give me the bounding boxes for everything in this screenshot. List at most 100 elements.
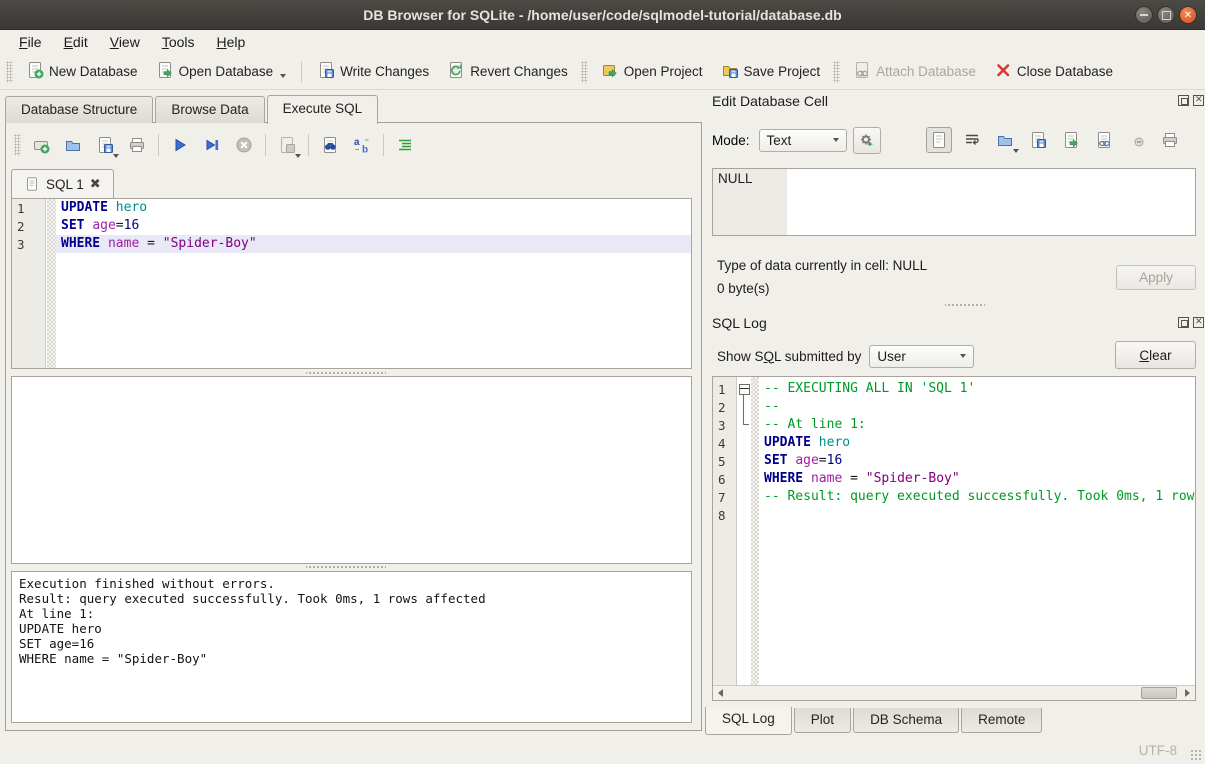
execute-current-line-icon[interactable] — [199, 132, 225, 158]
toolbar-sep — [158, 134, 159, 156]
menu-tools[interactable]: Tools — [151, 31, 206, 53]
mode-label: Mode: — [712, 133, 750, 148]
save-project-button[interactable]: Save Project — [712, 57, 830, 86]
tab-database-structure[interactable]: Database Structure — [5, 96, 153, 123]
dock-tab-bar: SQL Log Plot DB Schema Remote — [705, 708, 1044, 735]
fold-margin-cell — [751, 470, 759, 488]
tab-execute-sql[interactable]: Execute SQL — [267, 95, 379, 124]
dock-splitter-handle[interactable] — [945, 302, 985, 308]
scrollbar-thumb[interactable] — [1141, 687, 1177, 699]
messages-view[interactable]: Execution finished without errors.Result… — [11, 571, 692, 723]
find-icon[interactable] — [317, 132, 343, 158]
code-line: 8 — [713, 506, 1195, 524]
new-database-button[interactable]: New Database — [17, 57, 147, 86]
close-database-button[interactable]: Close Database — [985, 57, 1122, 86]
close-icon[interactable] — [1179, 6, 1197, 24]
close-dock-icon[interactable] — [1193, 95, 1204, 106]
resize-grip[interactable] — [1190, 749, 1202, 761]
message-line: UPDATE hero — [19, 621, 684, 636]
write-changes-button[interactable]: Write Changes — [308, 57, 438, 86]
save-sql-file-icon[interactable] — [92, 132, 118, 158]
print-sql-icon[interactable] — [124, 132, 150, 158]
apply-cell-gear-icon[interactable] — [857, 127, 877, 153]
chevron-down-icon[interactable] — [280, 74, 286, 78]
dock-tab-remote[interactable]: Remote — [961, 708, 1042, 733]
open-project-button[interactable]: Open Project — [592, 57, 712, 86]
find-replace-icon[interactable]: ab — [349, 132, 375, 158]
scroll-right-icon[interactable] — [1180, 686, 1195, 700]
menu-view[interactable]: View — [99, 31, 151, 53]
sql-tab-sql1[interactable]: SQL 1 ✖ — [11, 169, 114, 199]
word-wrap-icon[interactable] — [959, 127, 985, 153]
close-dock-icon[interactable] — [1193, 317, 1204, 328]
format-sql-icon[interactable] — [392, 132, 418, 158]
toolbar-grip — [833, 61, 840, 83]
horizontal-scrollbar[interactable] — [713, 685, 1195, 700]
line-number: 7 — [713, 490, 737, 505]
line-number: 4 — [713, 436, 737, 451]
log-filter-select[interactable]: User — [869, 345, 974, 368]
toolbar-button-label: Write Changes — [340, 64, 429, 79]
menu-file[interactable]: File — [8, 31, 53, 53]
dock-tab-sql-log[interactable]: SQL Log — [705, 707, 792, 735]
fold-margin-cell — [751, 434, 759, 452]
chevron-down-icon[interactable] — [295, 154, 301, 158]
mode-select[interactable]: Text — [759, 129, 847, 152]
dock-tab-plot[interactable]: Plot — [794, 708, 851, 733]
sql-log-view[interactable]: 1-- EXECUTING ALL IN 'SQL 1'2--3-- At li… — [712, 376, 1196, 701]
fold-margin-cell — [751, 452, 759, 470]
stop-execution-icon — [231, 132, 257, 158]
float-dock-icon[interactable] — [1178, 95, 1189, 106]
splitter-handle[interactable] — [306, 564, 386, 570]
sql-editor[interactable]: 1UPDATE hero2SET age=163WHERE name = "Sp… — [11, 198, 692, 369]
revert-changes-button[interactable]: Revert Changes — [438, 57, 577, 86]
menu-edit[interactable]: Edit — [53, 31, 99, 53]
message-line: SET age=16 — [19, 636, 684, 651]
sql-file-icon — [24, 176, 40, 192]
sql-tab-bar: SQL 1 ✖ — [11, 167, 114, 198]
minimize-icon[interactable] — [1135, 6, 1153, 24]
text-mode-icon[interactable] — [926, 127, 952, 153]
close-database-icon — [994, 61, 1012, 82]
cell-value: NULL — [718, 171, 753, 186]
close-sql-tab-icon[interactable]: ✖ — [90, 176, 101, 192]
export-icon[interactable] — [1058, 127, 1084, 153]
float-dock-icon[interactable] — [1178, 317, 1189, 328]
code-line: 6WHERE name = "Spider-Boy" — [713, 470, 1195, 488]
line-number: 1 — [12, 201, 47, 216]
fold-margin-cell — [751, 416, 759, 434]
print-icon[interactable] — [1157, 127, 1183, 153]
link-icon[interactable] — [1091, 127, 1117, 153]
open-file-icon[interactable] — [992, 127, 1018, 153]
scroll-left-icon[interactable] — [713, 686, 728, 700]
new-sql-tab-icon[interactable] — [28, 132, 54, 158]
execute-all-icon[interactable] — [167, 132, 193, 158]
line-number: 3 — [713, 418, 737, 433]
open-database-button[interactable]: Open Database — [147, 57, 296, 86]
main-tab-bar: Database Structure Browse Data Execute S… — [5, 94, 380, 123]
code-text: -- — [759, 398, 1195, 416]
apply-cell-button[interactable] — [853, 127, 881, 154]
toolbar-button-label: Revert Changes — [470, 64, 568, 79]
revert-changes-icon — [447, 61, 465, 82]
code-text: SET age=16 — [759, 452, 1195, 470]
chevron-down-icon[interactable] — [1013, 149, 1019, 153]
chevron-down-icon[interactable] — [113, 154, 119, 158]
results-view — [11, 376, 692, 564]
code-line: 2SET age=16 — [12, 217, 691, 235]
open-sql-file-icon[interactable] — [60, 132, 86, 158]
fold-column — [737, 506, 751, 524]
cell-value-editor[interactable]: NULL — [712, 168, 1196, 236]
encoding-indicator: UTF-8 — [1139, 743, 1177, 758]
svg-text:b: b — [362, 145, 368, 155]
dock-tab-db-schema[interactable]: DB Schema — [853, 708, 959, 733]
tab-browse-data[interactable]: Browse Data — [155, 96, 264, 123]
fold-marker[interactable] — [737, 380, 751, 398]
clear-log-button[interactable]: Clear — [1115, 341, 1196, 369]
toolbar-sep — [383, 134, 384, 156]
save-file-icon[interactable] — [1025, 127, 1051, 153]
open-database-icon — [156, 61, 174, 82]
maximize-icon[interactable] — [1157, 6, 1175, 24]
fold-column — [737, 452, 751, 470]
menu-help[interactable]: Help — [206, 31, 257, 53]
